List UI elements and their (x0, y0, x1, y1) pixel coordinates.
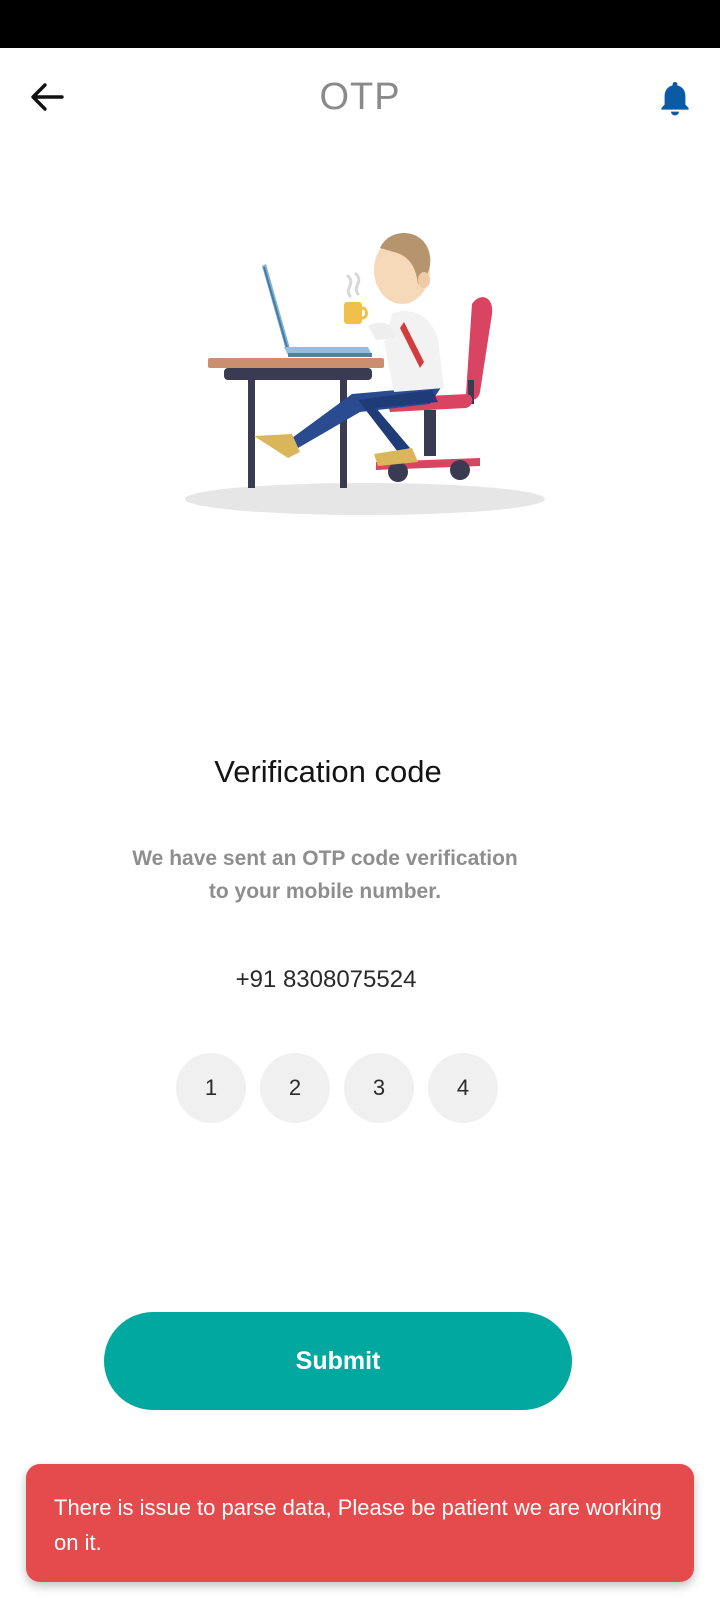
otp-digit-3[interactable] (344, 1053, 414, 1123)
submit-button[interactable]: Submit (104, 1312, 572, 1410)
page-title: OTP (319, 76, 401, 118)
status-bar (0, 0, 720, 48)
person-at-desk-illustration (185, 233, 545, 515)
phone-number: +91 8308075524 (235, 966, 417, 993)
arrow-left-icon (31, 83, 64, 111)
otp-digit-2[interactable] (260, 1053, 330, 1123)
error-toast: There is issue to parse data, Please be … (26, 1464, 694, 1582)
back-button[interactable] (22, 74, 76, 120)
otp-sent-message-line1: We have sent an OTP code verification (132, 847, 518, 870)
otp-sent-message: We have sent an OTP code verification to… (110, 842, 540, 908)
otp-digit-1[interactable] (176, 1053, 246, 1123)
otp-sent-message-line2: to your mobile number. (208, 880, 442, 903)
verification-heading: Verification code (214, 754, 442, 789)
notification-button[interactable] (648, 74, 700, 122)
otp-digit-4[interactable] (428, 1053, 498, 1123)
bell-icon (661, 82, 689, 116)
error-toast-message: There is issue to parse data, Please be … (54, 1495, 662, 1555)
app-bar: OTP (0, 48, 720, 146)
